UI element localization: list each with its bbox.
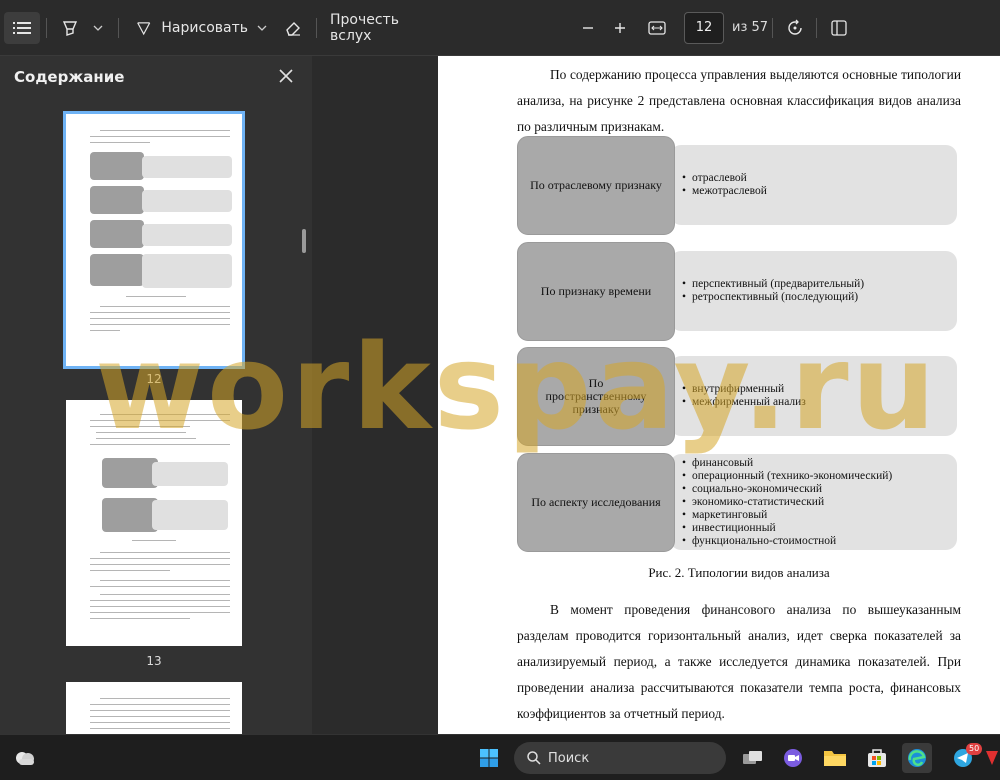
eraser-icon — [286, 22, 300, 36]
sidebar-scrollbar[interactable] — [302, 229, 306, 253]
close-icon — [279, 69, 293, 83]
pen-draw-icon — [137, 22, 151, 36]
diagram-item: социально-экономический — [692, 483, 957, 496]
conclusion-text: В момент проведения финансового анализа … — [517, 602, 961, 721]
toolbar-divider — [316, 18, 317, 38]
overflow-app-button[interactable] — [984, 743, 1000, 773]
diagram-category-box: По отраслевому признаку — [517, 136, 675, 235]
intro-paragraph: По содержанию процесса управления выделя… — [517, 62, 961, 140]
plus-icon — [615, 23, 625, 33]
contents-toggle-button[interactable] — [4, 12, 40, 44]
conclusion-paragraph: В момент проведения финансового анализа … — [517, 597, 961, 727]
diagram-items-box: перспективный (предварительный) ретроспе… — [670, 251, 957, 331]
diagram-item: функционально-стоимостной — [692, 535, 957, 548]
zoom-out-button[interactable] — [576, 12, 600, 44]
toolbar-divider — [772, 18, 773, 38]
zoom-in-button[interactable] — [608, 12, 632, 44]
minus-icon — [583, 27, 593, 29]
diagram-item: внутрифирменный — [692, 383, 957, 396]
diagram-item: отраслевой — [692, 172, 957, 185]
search-icon — [527, 751, 541, 765]
fit-width-button[interactable] — [644, 12, 670, 44]
figure-caption: Рис. 2. Типологии видов анализа — [648, 565, 830, 580]
read-aloud-label: Прочесть вслух — [330, 12, 399, 44]
diagram-items-box: финансовый операционный (технико-экономи… — [670, 454, 957, 550]
taskbar: Поиск 50 — [0, 734, 1000, 780]
task-view-icon — [743, 751, 762, 764]
diagram-item: ретроспективный (последующий) — [692, 291, 957, 304]
page-thumbnail-number: 12 — [146, 372, 162, 386]
diagram-item: межотраслевой — [692, 185, 957, 198]
diagram-item: инвестиционный — [692, 522, 957, 535]
chat-icon — [784, 749, 802, 767]
rotate-button[interactable] — [782, 12, 808, 44]
telegram-button[interactable]: 50 — [948, 743, 983, 773]
page-number-input[interactable]: 12 — [684, 12, 724, 44]
diagram-item: финансовый — [692, 457, 957, 470]
diagram-items-box: внутрифирменный межфирменный анализ — [670, 356, 957, 436]
weather-widget[interactable] — [10, 743, 40, 773]
highlight-button[interactable] — [58, 12, 82, 44]
document-page: По содержанию процесса управления выделя… — [438, 56, 1000, 734]
chevron-down-icon — [257, 25, 267, 31]
highlighter-icon — [62, 21, 78, 36]
diagram-item: маркетинговый — [692, 509, 957, 522]
diagram-category-box: По признаку времени — [517, 242, 675, 341]
contents-sidebar: Содержание 12 13 — [0, 56, 312, 734]
page-thumbnail-13[interactable] — [66, 400, 242, 646]
notification-badge: 50 — [966, 743, 983, 755]
chevron-down-icon — [93, 25, 103, 31]
draw-dropdown[interactable] — [252, 12, 272, 44]
toolbar-divider — [118, 18, 119, 38]
page-total: из 57 — [732, 20, 769, 35]
page-view-button[interactable] — [826, 12, 852, 44]
toolbar: Нарисовать Прочесть вслух 12 из 57 — [0, 0, 1000, 56]
diagram-category-box: По пространственному признаку — [517, 347, 675, 446]
toolbar-divider — [46, 18, 47, 38]
page-view-icon — [831, 20, 847, 36]
erase-button[interactable] — [280, 12, 306, 44]
read-aloud-button[interactable]: Прочесть вслух — [326, 12, 436, 44]
search-label: Поиск — [548, 750, 590, 766]
chat-app-button[interactable] — [778, 743, 808, 773]
toolbar-divider — [816, 18, 817, 38]
diagram-item: межфирменный анализ — [692, 396, 957, 409]
edge-icon — [908, 749, 926, 767]
diagram-category-box: По аспекту исследования — [517, 453, 675, 552]
draw-label: Нарисовать — [161, 20, 248, 36]
diagram-item: перспективный (предварительный) — [692, 278, 957, 291]
draw-button[interactable]: Нарисовать — [132, 12, 248, 44]
app-icon — [986, 751, 998, 765]
diagram-items-box: отраслевой межотраслевой — [670, 145, 957, 225]
start-button[interactable] — [474, 743, 504, 773]
diagram-item: экономико-статистический — [692, 496, 957, 509]
windows-logo-icon — [480, 749, 498, 767]
intro-text: По содержанию процесса управления выделя… — [517, 67, 961, 134]
taskbar-search[interactable]: Поиск — [514, 742, 726, 774]
store-icon — [868, 749, 886, 767]
rotate-icon — [788, 19, 802, 35]
list-icon — [13, 22, 31, 34]
folder-icon — [824, 751, 846, 766]
store-button[interactable] — [862, 743, 892, 773]
sidebar-close-button[interactable] — [274, 64, 298, 88]
file-explorer-button[interactable] — [820, 743, 850, 773]
highlight-dropdown[interactable] — [88, 12, 108, 44]
weather-icon — [16, 752, 34, 765]
page-thumbnail-number: 13 — [146, 654, 162, 668]
document-viewport[interactable]: По содержанию процесса управления выделя… — [312, 56, 1000, 734]
task-view-button[interactable] — [738, 743, 768, 773]
fit-width-icon — [648, 21, 666, 35]
page-thumbnail-12[interactable] — [63, 111, 245, 369]
page-thumbnail-14[interactable] — [66, 682, 242, 734]
edge-browser-button[interactable] — [902, 743, 932, 773]
sidebar-title: Содержание — [14, 68, 125, 86]
diagram-item: операционный (технико-экономический) — [692, 470, 957, 483]
